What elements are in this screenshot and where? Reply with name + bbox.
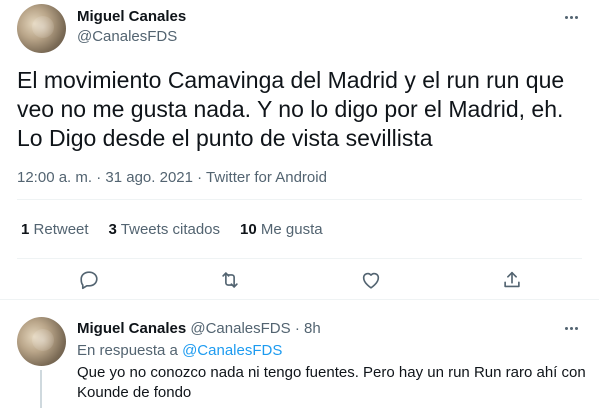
- meta-separator: ·: [92, 169, 106, 186]
- quotes-label: Tweets citados: [120, 221, 221, 238]
- divider: [17, 258, 582, 259]
- retweets-count: 1: [21, 221, 30, 238]
- retweet-icon[interactable]: [219, 269, 241, 291]
- main-tweet: Miguel Canales @CanalesFDS El movimiento…: [0, 0, 599, 300]
- meta-separator: ·: [192, 169, 207, 186]
- quotes-count: 3: [108, 221, 117, 238]
- retweets-stat[interactable]: 1 Retweet: [21, 221, 89, 238]
- quotes-stat[interactable]: 3 Tweets citados: [109, 221, 220, 238]
- reply-text: Que yo no conozco nada ni tengo fuentes.…: [77, 364, 586, 401]
- author-handle[interactable]: @CanalesFDS: [77, 28, 177, 45]
- divider: [17, 199, 582, 200]
- likes-count: 10: [240, 221, 257, 238]
- reply-icon[interactable]: [78, 269, 100, 291]
- reply-header: Miguel Canales @CanalesFDS · 8h: [77, 320, 321, 337]
- share-icon[interactable]: [501, 269, 523, 291]
- tweet-actions: [0, 266, 599, 294]
- thread-line: [40, 370, 42, 408]
- tweet-date[interactable]: 31 ago. 2021: [105, 169, 193, 186]
- reply-author-handle[interactable]: @CanalesFDS: [190, 320, 290, 337]
- replying-prefix: En respuesta a: [77, 342, 178, 359]
- reply-tweet[interactable]: Miguel Canales @CanalesFDS · 8h En respu…: [0, 301, 599, 408]
- replying-to-link[interactable]: @CanalesFDS: [182, 342, 282, 359]
- tweet-time[interactable]: 12:00 a. m.: [17, 169, 92, 186]
- avatar[interactable]: [17, 4, 66, 53]
- likes-label: Me gusta: [260, 221, 323, 238]
- tweet-stats: 1 Retweet 3 Tweets citados 10 Me gusta: [21, 221, 323, 238]
- tweet-text: El movimiento Camavinga del Madrid y el …: [17, 67, 565, 151]
- reply-separator: ·: [294, 320, 300, 337]
- reply-time[interactable]: 8h: [304, 320, 321, 337]
- retweets-label: Retweet: [33, 221, 89, 238]
- tweet-meta: 12:00 a. m. · 31 ago. 2021 · Twitter for…: [17, 169, 327, 186]
- avatar[interactable]: [17, 317, 66, 366]
- like-icon[interactable]: [360, 269, 382, 291]
- likes-stat[interactable]: 10 Me gusta: [240, 221, 323, 238]
- author-name[interactable]: Miguel Canales: [77, 8, 186, 25]
- reply-author-name[interactable]: Miguel Canales: [77, 320, 186, 337]
- replying-to: En respuesta a @CanalesFDS: [77, 342, 282, 359]
- more-options-icon[interactable]: [561, 319, 581, 337]
- more-options-icon[interactable]: [561, 8, 581, 26]
- tweet-source[interactable]: Twitter for Android: [206, 169, 327, 186]
